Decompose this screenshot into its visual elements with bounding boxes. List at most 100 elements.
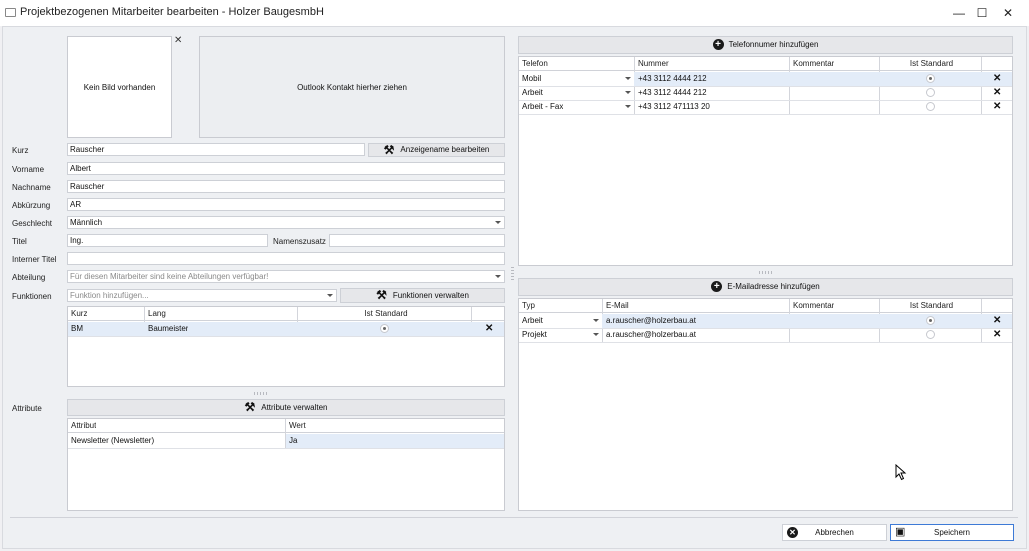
standard-radio[interactable]: [926, 102, 935, 111]
splitter-grip[interactable]: [254, 392, 268, 395]
col-kommentar: Kommentar: [793, 59, 835, 68]
label-nachname: Nachname: [12, 183, 51, 192]
add-email-button[interactable]: + E-Mailadresse hinzufügen: [518, 278, 1013, 296]
add-phone-label: Telefonnumer hinzufügen: [728, 40, 819, 49]
vorname-input[interactable]: Albert: [67, 162, 505, 175]
functions-table: Kurz Lang Ist Standard BM Baumeister ✕: [67, 306, 505, 387]
table-row[interactable]: BM Baumeister ✕: [68, 322, 504, 336]
chevron-down-icon: [625, 91, 631, 94]
col-typ: Typ: [522, 301, 535, 310]
attribute-name: Newsletter (Newsletter): [71, 436, 155, 445]
remove-row-icon[interactable]: ✕: [993, 100, 1001, 114]
outlook-drop-text: Outlook Kontakt hierher ziehen: [297, 83, 407, 92]
phone-type-select[interactable]: Arbeit: [519, 86, 543, 100]
email-type-select[interactable]: Projekt: [519, 328, 547, 342]
save-icon: ▣: [895, 526, 906, 538]
chevron-down-icon: [593, 319, 599, 322]
label-kurz: Kurz: [12, 146, 29, 155]
col-wert: Wert: [289, 421, 306, 430]
table-row[interactable]: Projekt a.rauscher@holzerbau.at ✕: [519, 328, 1012, 342]
phone-number: +43 3112 4444 212: [638, 88, 707, 97]
nachname-input[interactable]: Rauscher: [67, 180, 505, 193]
attributes-table-header: Attribut Wert: [68, 419, 504, 433]
cancel-label: Abbrechen: [815, 528, 854, 537]
tools-icon: ⚒: [383, 143, 395, 157]
splitter-grip[interactable]: [759, 271, 773, 274]
save-button[interactable]: ▣ Speichern: [890, 524, 1014, 541]
interner-titel-input[interactable]: [67, 252, 505, 265]
table-row[interactable]: Mobil +43 3112 4444 212 ✕: [519, 72, 1012, 86]
remove-row-icon[interactable]: ✕: [993, 314, 1001, 328]
edit-displayname-label: Anzeigename bearbeiten: [400, 145, 490, 155]
kurz-input[interactable]: Rauscher: [67, 143, 365, 156]
chevron-down-icon: [495, 221, 501, 224]
remove-row-icon[interactable]: ✕: [993, 72, 1001, 86]
cancel-button[interactable]: ✕ Abbrechen: [782, 524, 887, 541]
functions-table-header: Kurz Lang Ist Standard: [68, 307, 504, 321]
vertical-splitter-grip[interactable]: [511, 266, 514, 280]
phone-type-select[interactable]: Mobil: [519, 72, 634, 86]
email-table: Typ E-Mail Kommentar Ist Standard Arbeit…: [518, 298, 1013, 511]
standard-radio[interactable]: [926, 88, 935, 97]
email-type-select[interactable]: Arbeit: [519, 314, 602, 328]
standard-radio[interactable]: [380, 324, 389, 333]
close-window-button[interactable]: ✕: [997, 4, 1019, 22]
manage-functions-button[interactable]: ⚒ Funktionen verwalten: [340, 288, 505, 303]
table-row[interactable]: Arbeit a.rauscher@holzerbau.at ✕: [519, 314, 1012, 328]
title-bar: Projektbezogenen Mitarbeiter bearbeiten …: [0, 0, 1029, 26]
remove-row-icon[interactable]: ✕: [993, 328, 1001, 342]
col-email: E-Mail: [606, 301, 629, 310]
plus-icon: +: [712, 39, 724, 51]
manage-attributes-label: Attribute verwalten: [261, 403, 328, 412]
mouse-cursor-icon: [895, 464, 907, 481]
table-row[interactable]: Arbeit - Fax +43 3112 471113 20 ✕: [519, 100, 1012, 114]
col-lang: Lang: [148, 309, 166, 318]
maximize-button[interactable]: ☐: [971, 4, 993, 22]
chevron-down-icon: [625, 77, 631, 80]
edit-displayname-button[interactable]: ⚒ Anzeigename bearbeiten: [368, 143, 505, 157]
app-icon: [5, 8, 16, 17]
geschlecht-select[interactable]: Männlich: [67, 216, 505, 229]
function-kurz: BM: [71, 324, 83, 333]
col-nummer: Nummer: [638, 59, 669, 68]
abkuerzung-input[interactable]: AR: [67, 198, 505, 211]
add-email-label: E-Mailadresse hinzufügen: [727, 282, 820, 291]
label-titel: Titel: [12, 237, 27, 246]
abteilung-select[interactable]: Für diesen Mitarbeiter sind keine Abteil…: [67, 270, 505, 283]
outlook-drop-zone[interactable]: Outlook Kontakt hierher ziehen: [199, 36, 505, 138]
attributes-table: Attribut Wert Newsletter (Newsletter) Ja: [67, 418, 505, 511]
funktion-placeholder: Funktion hinzufügen...: [70, 291, 149, 300]
window-title: Projektbezogenen Mitarbeiter bearbeiten …: [20, 6, 324, 18]
remove-row-icon[interactable]: ✕: [485, 322, 493, 336]
col-kommentar: Kommentar: [793, 301, 835, 310]
label-funktionen: Funktionen: [12, 292, 52, 301]
remove-row-icon[interactable]: ✕: [993, 86, 1001, 100]
manage-functions-label: Funktionen verwalten: [392, 291, 469, 300]
phone-number: +43 3112 471113 20: [638, 102, 710, 111]
col-ist-standard: Ist Standard: [909, 59, 954, 68]
attribute-value: Ja: [286, 434, 504, 448]
standard-radio[interactable]: [926, 316, 935, 325]
minimize-button[interactable]: —: [948, 4, 970, 22]
standard-radio[interactable]: [926, 330, 935, 339]
phone-number: +43 3112 4444 212: [638, 74, 707, 83]
table-row[interactable]: Arbeit +43 3112 4444 212 ✕: [519, 86, 1012, 100]
label-namenszusatz: Namenszusatz: [273, 237, 326, 246]
phone-type-select[interactable]: Arbeit - Fax: [519, 100, 563, 114]
standard-radio[interactable]: [926, 74, 935, 83]
label-abteilung: Abteilung: [12, 273, 46, 282]
table-row[interactable]: Newsletter (Newsletter) Ja: [68, 434, 504, 448]
chevron-down-icon: [327, 294, 333, 297]
phone-table: Telefon Nummer Kommentar Ist Standard Mo…: [518, 56, 1013, 266]
remove-photo-icon[interactable]: ✕: [174, 35, 182, 46]
cancel-icon: ✕: [787, 527, 798, 538]
label-geschlecht: Geschlecht: [12, 219, 53, 228]
add-phone-button[interactable]: + Telefonnumer hinzufügen: [518, 36, 1013, 54]
manage-attributes-button[interactable]: ⚒ Attribute verwalten: [67, 399, 505, 416]
photo-placeholder[interactable]: Kein Bild vorhanden: [67, 36, 172, 138]
funktion-add-select[interactable]: Funktion hinzufügen...: [67, 289, 337, 302]
plus-icon: +: [711, 281, 723, 293]
namenszusatz-input[interactable]: [329, 234, 505, 247]
titel-input[interactable]: Ing.: [67, 234, 268, 247]
email-address: a.rauscher@holzerbau.at: [606, 316, 696, 325]
